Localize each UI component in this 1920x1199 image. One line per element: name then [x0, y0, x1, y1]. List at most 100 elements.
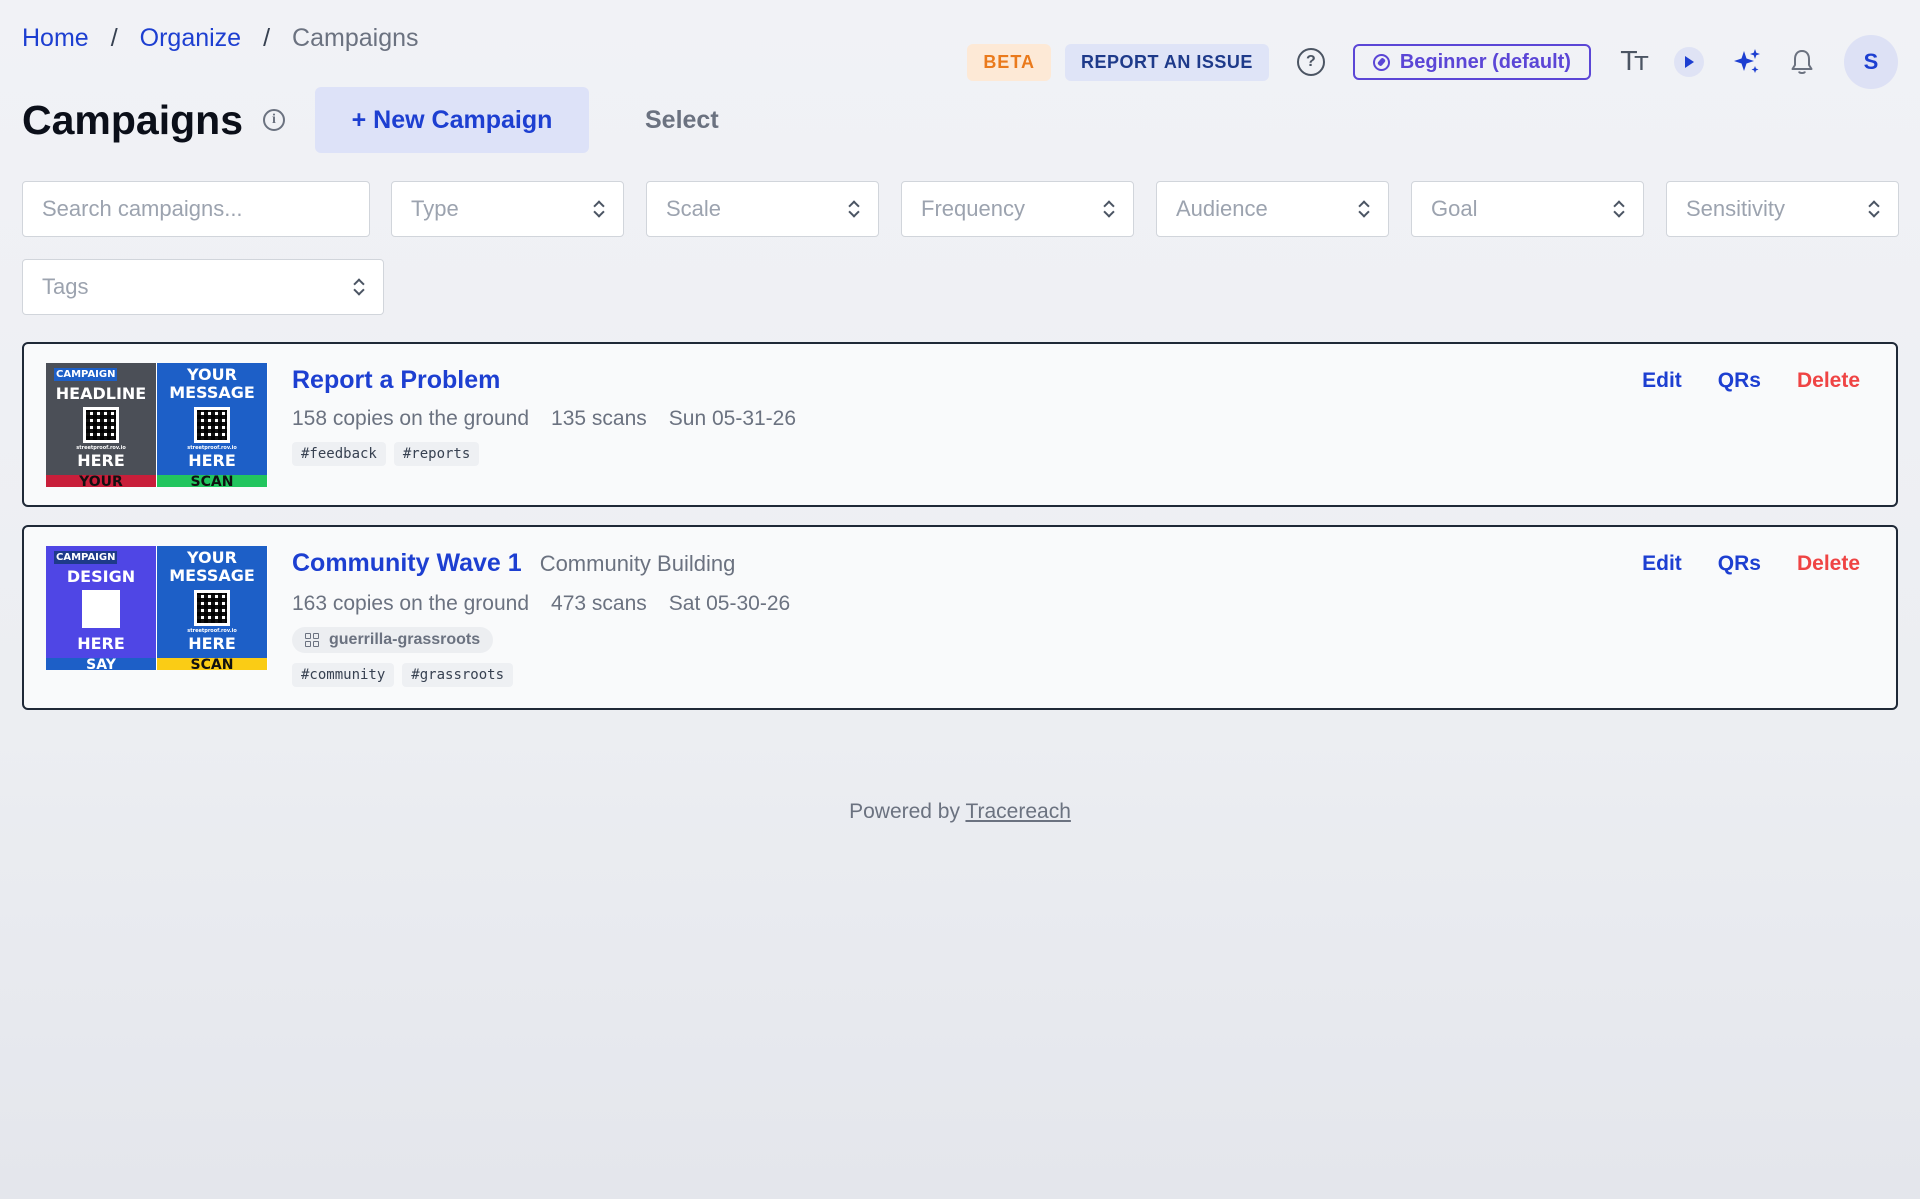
- poster-headline: YOUR MESSAGE: [169, 548, 255, 585]
- campaign-type: Community Building: [539, 551, 736, 576]
- experience-level-label: Beginner (default): [1399, 50, 1571, 73]
- campaign-title-link[interactable]: Report a Problem: [292, 366, 500, 395]
- type-select-label: Type: [411, 196, 459, 221]
- poster-strip: YOUR: [46, 475, 156, 487]
- poster-strip: SCAN: [157, 475, 267, 487]
- report-issue-button[interactable]: REPORT AN ISSUE: [1064, 43, 1269, 81]
- audience-select-label: Audience: [1176, 196, 1268, 221]
- audience-select[interactable]: Audience: [1156, 181, 1389, 237]
- notifications-button[interactable]: [1790, 48, 1814, 76]
- campaign-group-label: guerrilla-grassroots: [329, 631, 481, 648]
- frequency-select[interactable]: Frequency: [901, 181, 1134, 237]
- chevron-updown-icon: [1104, 200, 1114, 218]
- text-size-button[interactable]: Tт: [1620, 47, 1649, 77]
- user-avatar[interactable]: S: [1844, 35, 1898, 89]
- poster-line2: HERE: [188, 451, 236, 470]
- play-tour-button[interactable]: [1674, 47, 1704, 77]
- campaign-copies: 163 copies on the ground: [292, 592, 530, 615]
- tag-chip[interactable]: #feedback: [292, 442, 386, 466]
- sparkles-icon: [1734, 49, 1760, 73]
- campaign-thumbnails: CAMPAIGN DESIGN HERE SAY YOUR MESSAGE st…: [46, 546, 268, 670]
- campaign-actions: Edit QRs Delete: [1642, 552, 1860, 576]
- tracereach-link[interactable]: Tracereach: [965, 800, 1070, 823]
- breadcrumb-home-link[interactable]: Home: [22, 24, 89, 53]
- poster-tag: CAMPAIGN: [54, 368, 118, 381]
- campaign-scans: 473 scans: [551, 592, 647, 615]
- ai-assistant-button[interactable]: [1732, 47, 1762, 77]
- campaign-title: Community Wave 1: [292, 549, 522, 577]
- campaign-tags: #feedback #reports: [292, 442, 487, 466]
- tag-chip[interactable]: #community: [292, 663, 395, 687]
- help-icon[interactable]: ?: [1296, 48, 1325, 76]
- chevron-updown-icon: [354, 278, 364, 296]
- sensitivity-select-label: Sensitivity: [1686, 196, 1786, 221]
- qr-code-icon: [194, 590, 230, 626]
- poster-line2: HERE: [188, 634, 236, 653]
- campaign-date: Sat 05-30-26: [668, 592, 791, 615]
- campaign-scans: 135 scans: [551, 407, 647, 430]
- campaign-group-chip[interactable]: guerrilla-grassroots: [292, 627, 494, 653]
- chevron-updown-icon: [849, 200, 859, 218]
- campaign-title-link[interactable]: Community Wave 1 Community Building: [292, 549, 735, 578]
- bell-icon: [1791, 50, 1813, 74]
- campaign-card[interactable]: CAMPAIGN HEADLINE streetproof.rov.io HER…: [22, 342, 1898, 507]
- poster-line2: HERE: [77, 634, 125, 653]
- chevron-updown-icon: [1614, 200, 1624, 218]
- campaign-title: Report a Problem: [292, 366, 501, 394]
- new-campaign-button[interactable]: + New Campaign: [315, 87, 589, 153]
- page-header: Campaigns i + New Campaign Select: [22, 87, 719, 153]
- breadcrumb-separator: /: [110, 24, 118, 52]
- edit-button[interactable]: Edit: [1642, 369, 1682, 393]
- poster-strip: SAY: [46, 658, 156, 670]
- poster-thumbnail[interactable]: CAMPAIGN HEADLINE streetproof.rov.io HER…: [46, 363, 157, 487]
- tag-chip[interactable]: #reports: [393, 442, 480, 466]
- poster-thumbnail[interactable]: CAMPAIGN DESIGN HERE SAY: [46, 546, 157, 670]
- search-input[interactable]: Search campaigns...: [22, 181, 370, 237]
- campaign-stats: 158 copies on the ground 135 scans Sun 0…: [292, 407, 818, 431]
- campaign-copies: 158 copies on the ground: [292, 407, 530, 430]
- poster-headline: YOUR MESSAGE: [169, 365, 255, 402]
- scale-select-label: Scale: [666, 196, 722, 221]
- qr-code-icon: [83, 407, 119, 443]
- breadcrumb-organize-link[interactable]: Organize: [140, 24, 241, 53]
- tag-chip[interactable]: #grassroots: [402, 663, 514, 687]
- tags-select-label: Tags: [42, 274, 89, 299]
- poster-headline: HEADLINE: [55, 384, 147, 403]
- delete-button[interactable]: Delete: [1797, 369, 1860, 393]
- footer-text: Powered by: [849, 800, 966, 823]
- campaign-card[interactable]: CAMPAIGN DESIGN HERE SAY YOUR MESSAGE st…: [22, 525, 1898, 710]
- edit-button[interactable]: Edit: [1642, 552, 1682, 576]
- sensitivity-select[interactable]: Sensitivity: [1666, 181, 1899, 237]
- campaign-date: Sun 05-31-26: [668, 407, 797, 430]
- compass-icon: [1372, 53, 1390, 71]
- breadcrumb-separator: /: [263, 24, 271, 52]
- qrs-button[interactable]: QRs: [1718, 369, 1761, 393]
- tags-select[interactable]: Tags: [22, 259, 384, 315]
- search-placeholder: Search campaigns...: [42, 196, 243, 221]
- play-icon: [1674, 47, 1704, 77]
- poster-thumbnail[interactable]: YOUR MESSAGE streetproof.rov.io HERE SCA…: [157, 546, 268, 670]
- text-size-icon: Tт: [1620, 47, 1649, 77]
- poster-tag: CAMPAIGN: [54, 551, 118, 564]
- scale-select[interactable]: Scale: [646, 181, 879, 237]
- type-select[interactable]: Type: [391, 181, 624, 237]
- experience-level-button[interactable]: Beginner (default): [1352, 44, 1591, 80]
- goal-select-label: Goal: [1431, 196, 1478, 221]
- footer: Powered by Tracereach: [0, 800, 1920, 824]
- poster-thumbnail[interactable]: YOUR MESSAGE streetproof.rov.io HERE SCA…: [157, 363, 268, 487]
- campaign-stats: 163 copies on the ground 473 scans Sat 0…: [292, 592, 812, 616]
- delete-button[interactable]: Delete: [1797, 552, 1860, 576]
- goal-select[interactable]: Goal: [1411, 181, 1644, 237]
- breadcrumb: Home / Organize / Campaigns: [22, 24, 419, 53]
- qrs-button[interactable]: QRs: [1718, 552, 1761, 576]
- chevron-updown-icon: [1359, 200, 1369, 218]
- info-icon[interactable]: i: [263, 109, 285, 131]
- top-toolbar: BETA REPORT AN ISSUE ? Beginner (default…: [967, 35, 1898, 89]
- select-button[interactable]: Select: [645, 106, 719, 135]
- chevron-updown-icon: [1869, 200, 1879, 218]
- poster-headline: DESIGN: [66, 567, 136, 586]
- campaign-tags: #community #grassroots: [292, 663, 521, 687]
- chevron-updown-icon: [594, 200, 604, 218]
- breadcrumb-current: Campaigns: [292, 24, 419, 52]
- campaign-thumbnails: CAMPAIGN HEADLINE streetproof.rov.io HER…: [46, 363, 268, 487]
